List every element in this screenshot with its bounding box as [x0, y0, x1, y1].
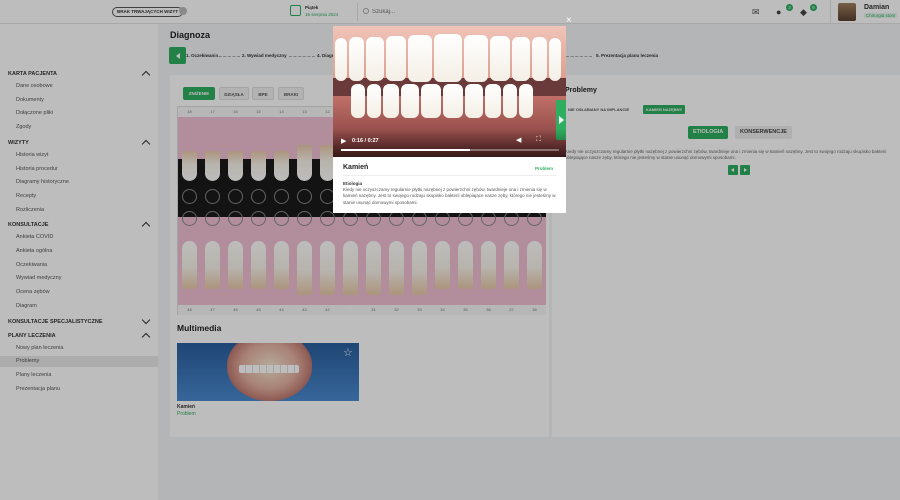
upper-tooth-image	[490, 36, 510, 82]
upper-tooth-image	[512, 36, 530, 82]
lower-tooth-image	[421, 84, 441, 118]
modal-section-label: Etiologia	[343, 181, 362, 186]
upper-tooth-image	[366, 36, 384, 82]
fullscreen-icon[interactable]: ⛶	[536, 136, 541, 144]
lower-tooth-image	[485, 84, 501, 118]
lower-tooth-image	[519, 84, 533, 118]
lower-tooth-image	[503, 84, 517, 118]
play-icon[interactable]: ▶	[341, 137, 346, 145]
lower-tooth-image	[401, 84, 419, 118]
upper-tooth-image	[464, 35, 488, 82]
modal-badge: Problem	[535, 166, 554, 171]
video-player[interactable]: ▶ 0:16 / 0:27 ◀ ⛶	[333, 26, 566, 157]
modal-title: Kamień	[343, 164, 369, 171]
upper-tooth-image	[408, 35, 432, 82]
video-time: 0:16 / 0:27	[352, 138, 379, 144]
video-progress-fill	[341, 149, 470, 151]
lower-tooth-image	[367, 84, 381, 118]
lower-tooth-image	[443, 84, 463, 118]
upper-tooth-image	[386, 36, 406, 82]
volume-icon[interactable]: ◀	[516, 136, 521, 144]
upper-tooth-image	[335, 38, 347, 81]
divider	[343, 175, 556, 176]
upper-tooth-image	[349, 37, 364, 81]
video-progress[interactable]	[341, 149, 559, 151]
lower-tooth-image	[465, 84, 483, 118]
modal-text: Kiedy nie oczyszczamy regularnie płytki …	[343, 187, 556, 205]
upper-tooth-image	[532, 37, 547, 81]
close-icon[interactable]: ×	[566, 16, 572, 26]
problem-modal: ▶ 0:16 / 0:27 ◀ ⛶ Kamień Problem Etiolog…	[333, 26, 566, 213]
upper-tooth-image	[434, 34, 462, 82]
upper-tooth-image	[549, 38, 561, 81]
lower-tooth-image	[383, 84, 399, 118]
lower-tooth-image	[351, 84, 365, 118]
video-controls: ▶ 0:16 / 0:27 ◀ ⛶	[333, 129, 566, 157]
